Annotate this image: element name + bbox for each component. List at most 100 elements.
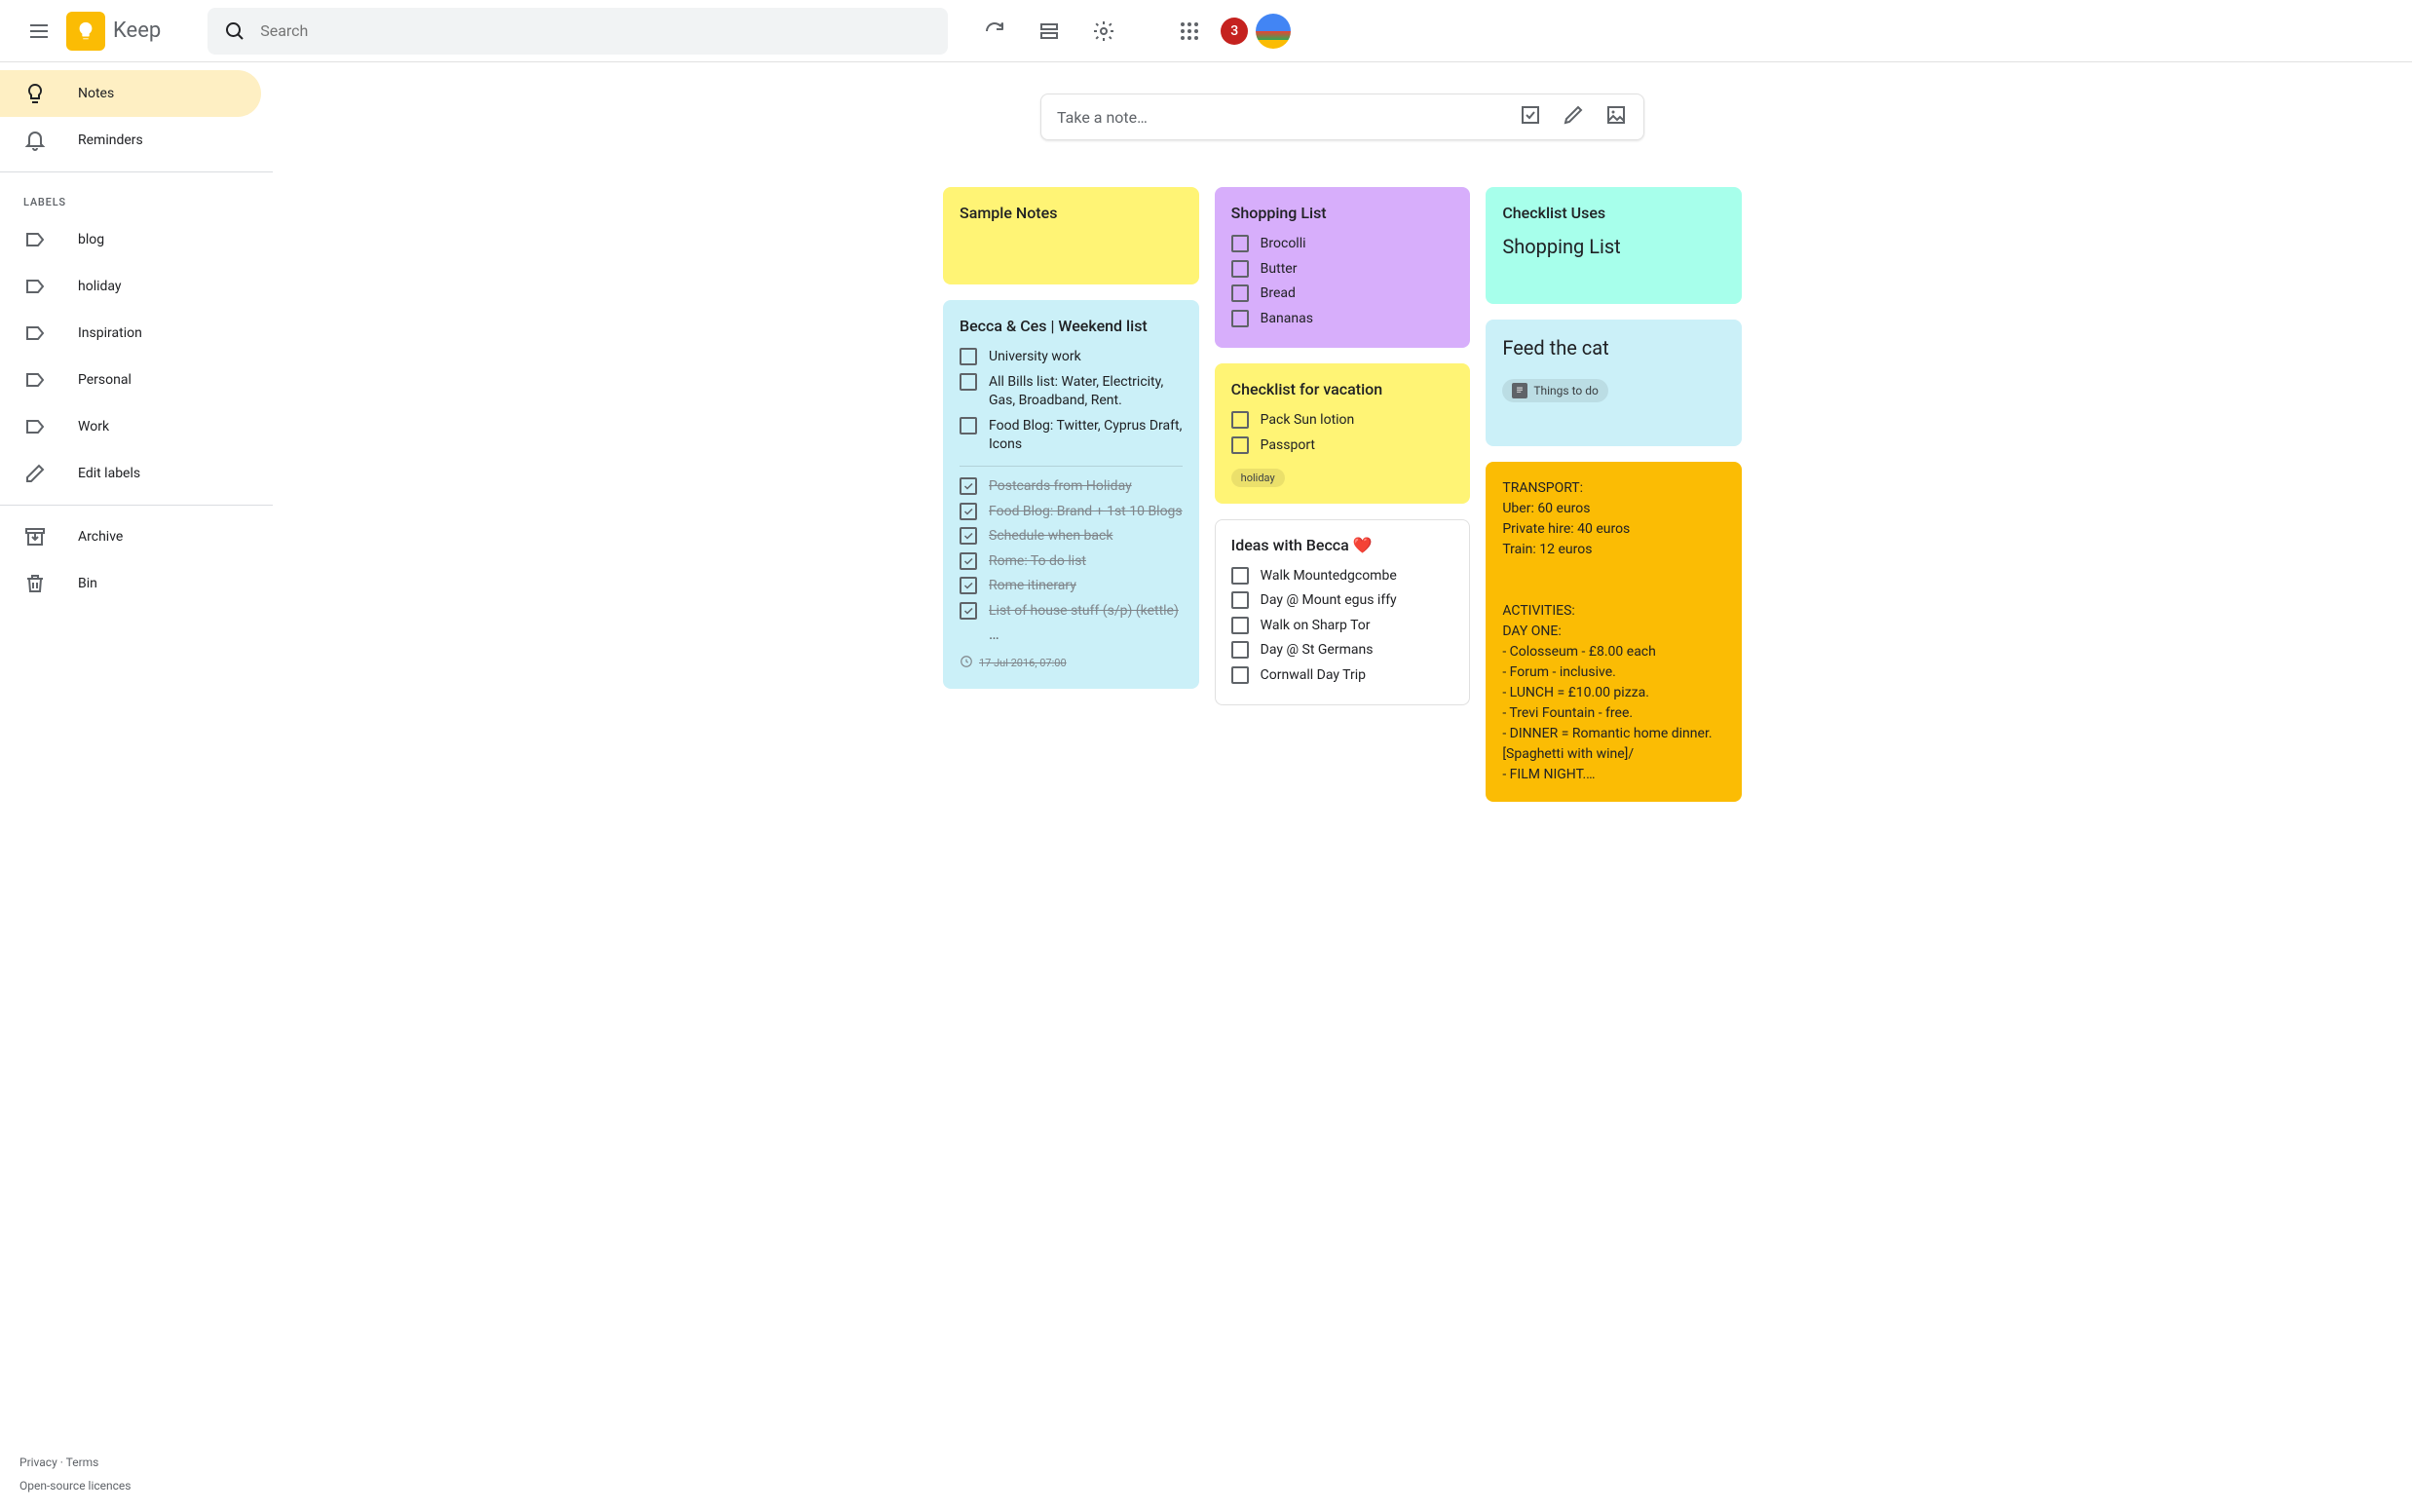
checkbox-icon[interactable] — [1231, 641, 1249, 659]
new-image-icon[interactable] — [1604, 103, 1628, 131]
checkbox-icon[interactable] — [960, 527, 977, 545]
main-content: Take a note… Sample Notes Becca & Ces | … — [273, 62, 2412, 833]
list-view-button[interactable] — [1026, 8, 1073, 55]
checkbox-icon[interactable] — [1231, 411, 1249, 429]
checklist-item-text: Schedule when back — [989, 527, 1183, 547]
hamburger-icon — [27, 19, 51, 43]
checklist-item-text: Cornwall Day Trip — [1261, 666, 1454, 686]
gear-icon — [1092, 19, 1115, 43]
checkbox-icon[interactable] — [1231, 310, 1249, 327]
reminder-chip[interactable]: 17 Jul 2016, 07:00 — [960, 655, 1067, 671]
checklist-item[interactable]: Rome: To do list — [960, 549, 1183, 575]
footer-privacy-link[interactable]: Privacy — [19, 1455, 57, 1469]
checklist-item[interactable]: Bread — [1231, 282, 1454, 307]
note-body: Shopping List — [1502, 232, 1725, 261]
checkbox-icon[interactable] — [1231, 260, 1249, 278]
checklist-item-text: Bananas — [1261, 310, 1454, 329]
main-menu-button[interactable] — [16, 8, 62, 55]
note-card[interactable]: Checklist Uses Shopping List — [1486, 187, 1742, 304]
nav-notes[interactable]: Notes — [0, 70, 261, 117]
checklist-item-text: List of house stuff (s/p) (kettle) — [989, 602, 1183, 622]
checklist-item[interactable]: All Bills list: Water, Electricity, Gas,… — [960, 370, 1183, 414]
checklist-item-text: Bread — [1261, 284, 1454, 304]
search-bar[interactable] — [207, 8, 948, 55]
take-note-input[interactable]: Take a note… — [1040, 94, 1644, 140]
clock-icon — [960, 655, 973, 671]
note-card[interactable]: Shopping List BrocolliButterBread Bananas — [1215, 187, 1471, 348]
note-label-chip[interactable]: holiday — [1231, 469, 1285, 487]
doc-link-chip[interactable]: Things to do — [1502, 379, 1607, 402]
note-card[interactable]: Checklist for vacation Pack Sun lotionPa… — [1215, 363, 1471, 503]
checklist-item[interactable]: Cornwall Day Trip — [1231, 663, 1454, 689]
checklist-item-text: Postcards from Holiday — [989, 477, 1183, 497]
account-avatar[interactable] — [1256, 14, 1291, 49]
footer-licences-link[interactable]: Open-source licences — [19, 1479, 131, 1493]
nav-label-item[interactable]: Personal — [0, 357, 261, 403]
checkbox-icon[interactable] — [960, 348, 977, 365]
sidebar: Notes Reminders LABELS blogholidayInspir… — [0, 62, 273, 607]
checklist-item[interactable]: Day @ St Germans — [1231, 638, 1454, 663]
new-list-icon[interactable] — [1519, 103, 1542, 131]
note-more: … — [960, 624, 1183, 643]
settings-button[interactable] — [1080, 8, 1127, 55]
checkbox-icon[interactable] — [1231, 436, 1249, 454]
checklist-item-text: University work — [989, 348, 1183, 367]
checklist-item[interactable]: Walk Mountedgcombe — [1231, 564, 1454, 589]
refresh-button[interactable] — [971, 8, 1018, 55]
checklist-item[interactable]: Schedule when back — [960, 524, 1183, 549]
checklist-item[interactable]: Pack Sun lotion — [1231, 408, 1454, 434]
nav-label-item[interactable]: blog — [0, 216, 261, 263]
checkbox-icon[interactable] — [960, 577, 977, 594]
checkbox-icon[interactable] — [960, 602, 977, 620]
checklist-item[interactable]: Rome itinerary — [960, 574, 1183, 599]
checkbox-icon[interactable] — [1231, 567, 1249, 585]
nav-label-text: holiday — [78, 279, 122, 294]
checklist-item[interactable]: Passport — [1231, 434, 1454, 459]
note-card[interactable]: TRANSPORT: Uber: 60 euros Private hire: … — [1486, 462, 1742, 802]
checkbox-icon[interactable] — [1231, 591, 1249, 609]
footer-links: Privacy · Terms Open-source licences — [19, 1455, 131, 1493]
footer-terms-link[interactable]: Terms — [66, 1455, 99, 1469]
checklist-item[interactable]: Food Blog: Brand + 1st 10 Blogs — [960, 500, 1183, 525]
note-title: Shopping List — [1231, 204, 1454, 222]
checklist-item[interactable]: Walk on Sharp Tor — [1231, 614, 1454, 639]
checkbox-icon[interactable] — [960, 373, 977, 391]
new-drawing-icon[interactable] — [1562, 103, 1585, 131]
note-card[interactable]: Sample Notes — [943, 187, 1199, 284]
app-logo[interactable]: Keep — [66, 12, 161, 51]
note-title: Checklist for vacation — [1231, 380, 1454, 398]
checkbox-icon[interactable] — [1231, 617, 1249, 634]
checklist-item[interactable]: Butter — [1231, 257, 1454, 283]
checkbox-icon[interactable] — [1231, 235, 1249, 252]
search-input[interactable] — [260, 21, 932, 40]
google-apps-button[interactable] — [1166, 8, 1213, 55]
checklist-item[interactable]: List of house stuff (s/p) (kettle) — [960, 599, 1183, 624]
nav-label-item[interactable]: Work — [0, 403, 261, 450]
checkbox-icon[interactable] — [1231, 666, 1249, 684]
list-view-icon — [1037, 19, 1061, 43]
lightbulb-icon — [23, 82, 47, 105]
nav-bin[interactable]: Bin — [0, 560, 261, 607]
nav-archive[interactable]: Archive — [0, 513, 261, 560]
checkbox-icon[interactable] — [960, 552, 977, 570]
checklist-item[interactable]: Food Blog: Twitter, Cyprus Draft, Icons — [960, 414, 1183, 458]
checklist-item[interactable]: Brocolli — [1231, 232, 1454, 257]
checkbox-icon[interactable] — [960, 477, 977, 495]
checklist-item[interactable]: Bananas — [1231, 307, 1454, 332]
checkbox-icon[interactable] — [1231, 284, 1249, 302]
nav-label-item[interactable]: holiday — [0, 263, 261, 310]
checklist-item-text: Walk on Sharp Tor — [1261, 617, 1454, 636]
nav-edit-labels[interactable]: Edit labels — [0, 450, 261, 497]
note-card[interactable]: Ideas with Becca ❤️ Walk MountedgcombeDa… — [1215, 519, 1471, 705]
checklist-item[interactable]: Postcards from Holiday — [960, 474, 1183, 500]
checklist-item[interactable]: University work — [960, 345, 1183, 370]
checkbox-icon[interactable] — [960, 503, 977, 520]
checklist-item[interactable]: Day @ Mount egus iffy — [1231, 588, 1454, 614]
note-card[interactable]: Becca & Ces | Weekend list University wo… — [943, 300, 1199, 689]
checklist-item-text: All Bills list: Water, Electricity, Gas,… — [989, 373, 1183, 411]
nav-label-item[interactable]: Inspiration — [0, 310, 261, 357]
checkbox-icon[interactable] — [960, 417, 977, 435]
note-card[interactable]: Feed the cat Things to do — [1486, 320, 1742, 446]
notification-badge[interactable]: 3 — [1221, 18, 1248, 45]
nav-reminders[interactable]: Reminders — [0, 117, 261, 164]
